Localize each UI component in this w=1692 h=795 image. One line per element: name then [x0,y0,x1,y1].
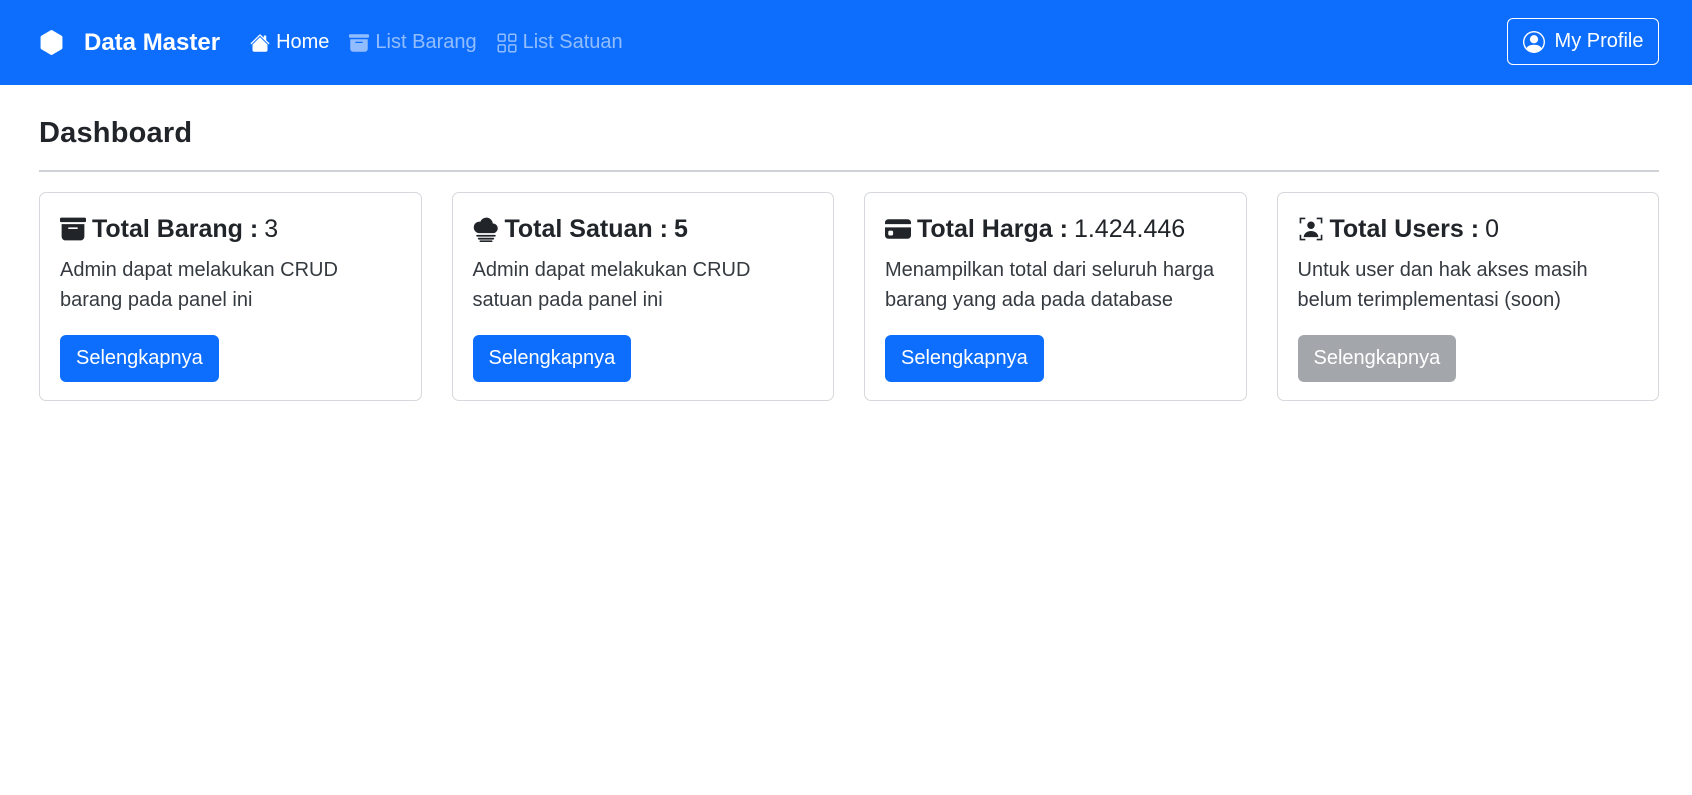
my-profile-button[interactable]: My Profile [1507,18,1659,65]
page-title: Dashboard [39,117,193,149]
card-title: Total Barang : 3 [60,213,401,245]
card-value: 0 [1485,215,1499,243]
nav-link-list-satuan-label: List Satuan [522,31,623,53]
nav-links: Home List Barang List Satuan [250,31,623,54]
selengkapnya-button[interactable]: Selengkapnya [60,335,219,382]
grid-icon [497,33,517,52]
house-icon [250,34,270,52]
card-total-users: Total Users : 0 Untuk user dan hak akses… [1276,192,1659,401]
card-title: Total Users : 0 [1298,213,1639,245]
card-total-barang: Total Barang : 3 Admin dapat melakukan C… [39,192,422,401]
archive-icon [60,217,86,241]
archive-icon [349,33,370,52]
person-circle-icon [1522,30,1545,53]
card-label: Total Users : [1329,215,1480,243]
selengkapnya-button[interactable]: Selengkapnya [472,335,632,382]
card-title: Total Harga : 1.424.446 [885,213,1226,245]
card-text: Admin dapat melakukan CRUD barang pada p… [60,259,338,311]
card-text: Untuk user dan hak akses masih belum ter… [1297,259,1588,311]
card-text: Menampilkan total dari seluruh harga bar… [885,259,1215,311]
card-value: 1.424.446 [1073,215,1186,243]
title-divider [39,170,1659,172]
brand-name: Data Master [84,28,221,56]
nav-link-list-barang[interactable]: List Barang [349,31,477,54]
hexagon-icon [40,30,63,55]
nav-link-list-satuan[interactable]: List Satuan [497,31,623,54]
card-total-satuan: Total Satuan : 5 Admin dapat melakukan C… [451,192,834,401]
nav-link-home[interactable]: Home [250,31,329,54]
card-text: Admin dapat melakukan CRUD satuan pada p… [472,259,751,311]
person-badge-icon [1299,217,1322,241]
credit-card-icon [885,219,911,239]
nav-link-home-label: Home [276,31,330,53]
card-value: 5 [673,215,688,243]
card-label: Total Satuan : [504,215,668,243]
brand-link[interactable]: Data Master [39,29,220,57]
stat-cards: Total Barang : 3 Admin dapat melakukan C… [39,192,1659,401]
selengkapnya-button[interactable]: Selengkapnya [885,335,1044,382]
card-title: Total Satuan : 5 [473,213,814,245]
selengkapnya-button-disabled[interactable]: Selengkapnya [1297,335,1457,382]
navbar: Data Master Home List Barang List Satuan [0,0,1692,85]
my-profile-label: My Profile [1554,30,1644,52]
card-value: 3 [264,215,279,243]
nav-link-list-barang-label: List Barang [375,31,477,53]
cloud-haze-icon [473,217,498,242]
card-total-harga: Total Harga : 1.424.446 Menampilkan tota… [864,192,1247,401]
card-label: Total Harga : [917,215,1068,243]
card-label: Total Barang : [92,215,259,243]
